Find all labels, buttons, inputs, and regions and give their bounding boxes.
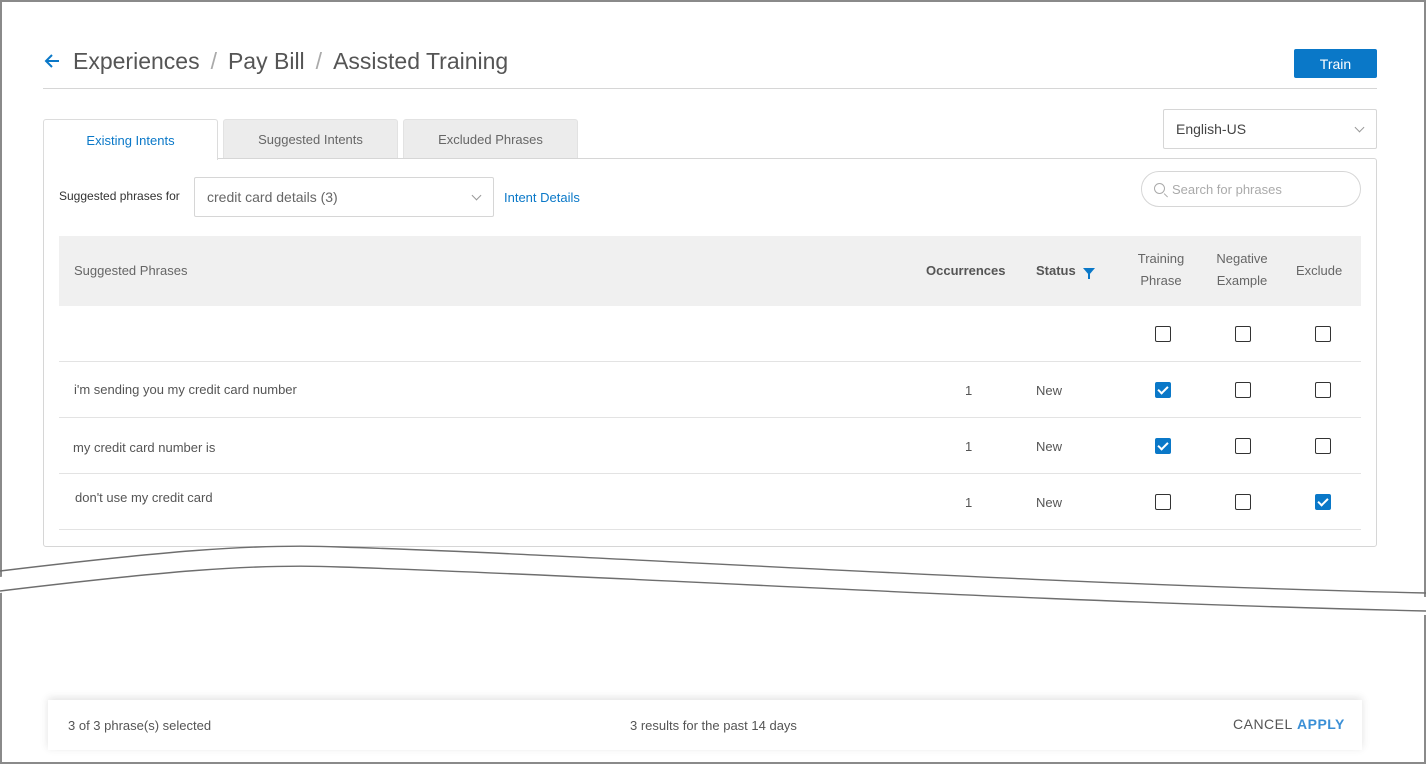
occurrences-value: 1: [965, 383, 973, 398]
results-summary-text: 3 results for the past 14 days: [630, 718, 797, 733]
col-training-phrase: Training Phrase: [1131, 248, 1191, 292]
torn-edge-divider: [0, 545, 1426, 615]
status-value: New: [1036, 383, 1063, 398]
train-button[interactable]: Train: [1294, 49, 1377, 78]
select-all-row: [59, 306, 1361, 362]
col-suggested-phrases: Suggested Phrases: [74, 263, 188, 278]
col-negative-example: Negative Example: [1212, 248, 1272, 292]
table-row: my credit card number is 1 New: [59, 418, 1361, 474]
col-exclude: Exclude: [1296, 263, 1343, 278]
apply-button[interactable]: APPLY: [1297, 716, 1345, 732]
col-status[interactable]: Status: [1036, 260, 1076, 282]
select-all-training-checkbox[interactable]: [1155, 326, 1171, 342]
language-value: English-US: [1176, 121, 1247, 137]
tab-suggested-intents[interactable]: Suggested Intents: [223, 119, 398, 159]
occurrences-value: 1: [965, 439, 973, 454]
training-phrase-checkbox[interactable]: [1155, 382, 1171, 398]
suggested-phrases-for-label: Suggested phrases for: [59, 189, 180, 203]
exclude-checkbox[interactable]: [1315, 494, 1331, 510]
table-row: don't use my credit card 1 New: [59, 474, 1361, 530]
negative-example-checkbox[interactable]: [1235, 382, 1251, 398]
col-negative-line2: Example: [1216, 273, 1268, 288]
phrase-text: don't use my credit card: [75, 490, 213, 505]
select-all-negative-checkbox[interactable]: [1235, 326, 1251, 342]
training-phrase-checkbox[interactable]: [1155, 494, 1171, 510]
col-training-line1: Training: [1137, 251, 1185, 266]
exclude-checkbox[interactable]: [1315, 382, 1331, 398]
occurrences-value: 1: [965, 495, 973, 510]
breadcrumb-separator: /: [210, 47, 217, 74]
page-header: Experiences / Pay Bill / Assisted Traini…: [43, 46, 1377, 89]
search-icon: [1154, 183, 1165, 194]
exclude-checkbox[interactable]: [1315, 438, 1331, 454]
intent-details-link[interactable]: Intent Details: [504, 190, 580, 205]
negative-example-checkbox[interactable]: [1235, 494, 1251, 510]
col-training-line2: Phrase: [1140, 273, 1182, 288]
language-select[interactable]: English-US: [1163, 109, 1377, 149]
tab-existing-intents[interactable]: Existing Intents: [43, 119, 218, 160]
phrase-text: my credit card number is: [73, 440, 216, 455]
filter-icon[interactable]: [1083, 268, 1095, 279]
back-arrow-icon[interactable]: [43, 51, 59, 71]
breadcrumb-experiences[interactable]: Experiences: [73, 48, 200, 75]
page-title: Assisted Training: [333, 47, 509, 74]
status-value: New: [1036, 495, 1063, 510]
tab-excluded-phrases[interactable]: Excluded Phrases: [403, 119, 578, 159]
search-input[interactable]: Search for phrases: [1141, 171, 1361, 207]
breadcrumb-pay-bill[interactable]: Pay Bill: [228, 48, 305, 75]
cancel-button[interactable]: CANCEL: [1233, 716, 1293, 732]
table-row: i'm sending you my credit card number 1 …: [59, 362, 1361, 418]
training-phrase-checkbox[interactable]: [1155, 438, 1171, 454]
chevron-down-icon: [471, 190, 482, 201]
breadcrumb-separator: /: [315, 47, 323, 74]
negative-example-checkbox[interactable]: [1235, 438, 1251, 454]
selection-footer-bar: 3 of 3 phrase(s) selected 3 results for …: [48, 700, 1362, 750]
table-header: Suggested Phrases Occurrences Status Tra…: [59, 236, 1361, 306]
col-negative-line1: Negative: [1216, 251, 1268, 266]
chevron-down-icon: [1354, 122, 1365, 133]
intent-select[interactable]: credit card details (3): [194, 177, 494, 217]
phrase-text: i'm sending you my credit card number: [74, 382, 297, 397]
selected-count-text: 3 of 3 phrase(s) selected: [68, 718, 212, 733]
intent-select-value: credit card details (3): [207, 189, 338, 205]
select-all-exclude-checkbox[interactable]: [1315, 326, 1331, 342]
search-placeholder: Search for phrases: [1172, 181, 1282, 197]
breadcrumb: Experiences / Pay Bill / Assisted Traini…: [73, 46, 508, 76]
status-value: New: [1036, 439, 1063, 454]
col-occurrences[interactable]: Occurrences: [926, 260, 1006, 282]
